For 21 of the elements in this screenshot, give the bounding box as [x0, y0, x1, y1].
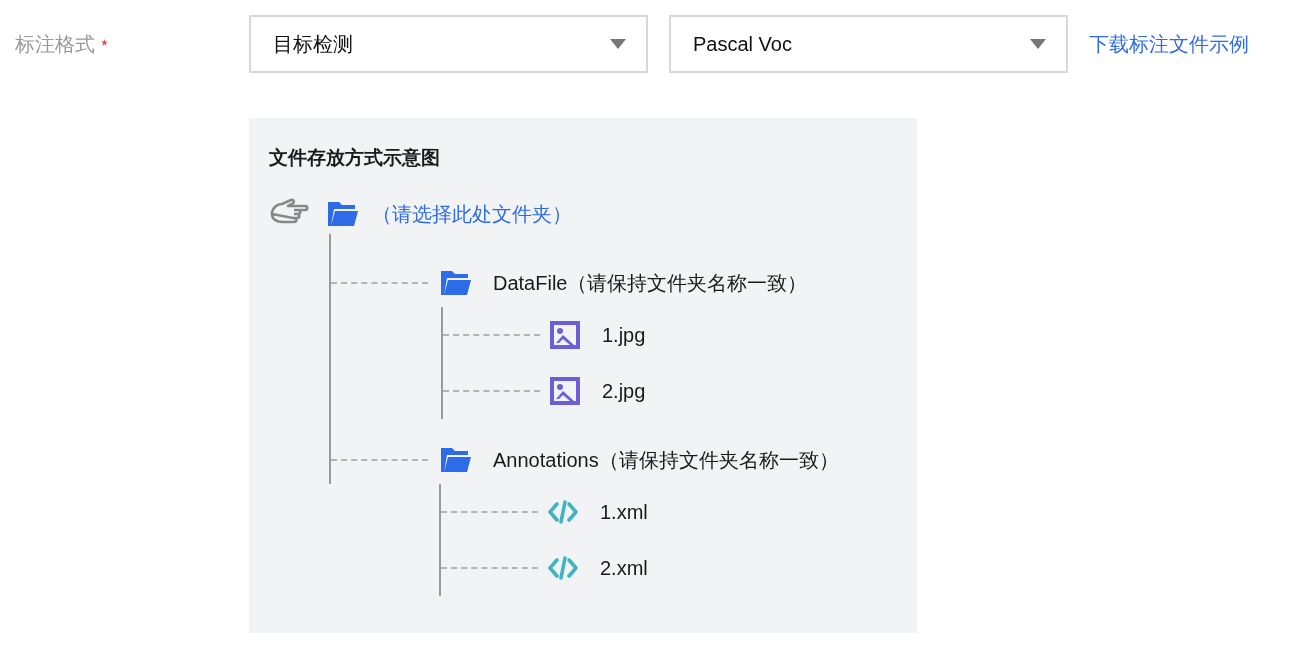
file-name: 1.jpg [602, 323, 646, 347]
caret-icon [610, 39, 626, 49]
download-link[interactable]: 下载标注文件示例 [1089, 30, 1249, 58]
dropdown-select[interactable]: Pascal Voc [669, 15, 1068, 73]
folder-icon [328, 202, 358, 226]
file-name: 2.xml [600, 556, 648, 580]
file-name: 2.jpg [602, 379, 646, 403]
code-icon [548, 500, 578, 524]
diagram-title: 文件存放方式示意图 [269, 146, 441, 170]
caret-icon [1030, 39, 1046, 49]
folder-name: Annotations（请保持文件夹名称一致） [493, 447, 839, 473]
folder-name: DataFile（请保持文件夹名称一致） [493, 270, 808, 296]
image-icon [550, 321, 580, 349]
image-icon [550, 377, 580, 405]
folder-name: （请选择此处文件夹） [372, 201, 572, 227]
file-name: 1.xml [600, 500, 648, 524]
folder-icon [441, 448, 471, 472]
dropdown-select[interactable]: 目标检测 [249, 15, 648, 73]
field-label: 标注格式 [15, 31, 95, 57]
code-icon [548, 556, 578, 580]
folder-icon [441, 271, 471, 295]
